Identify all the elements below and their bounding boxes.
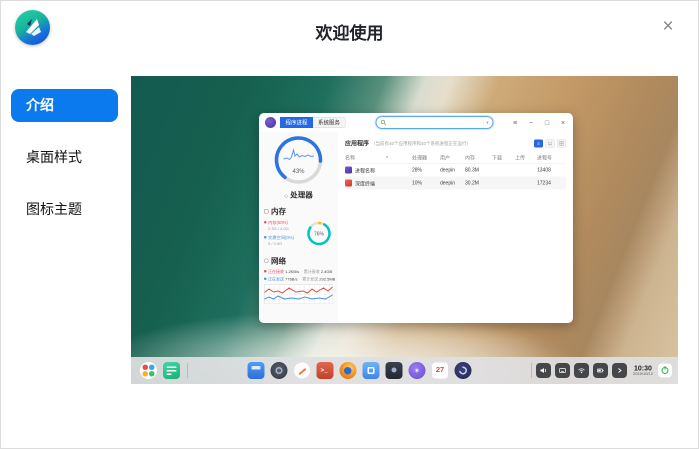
network-send-stat: 正在发送 776B/s 累计发送 292.5MB xyxy=(264,277,333,283)
view-grid-icon: 田 xyxy=(557,139,566,147)
network-section-header: 网络 xyxy=(264,256,333,267)
search-box: · ▾ xyxy=(376,116,494,129)
page-title: 欢迎使用 xyxy=(1,19,698,44)
memory-section-header: 内存 xyxy=(264,206,333,217)
sidebar-item-icon-theme[interactable]: 图标主题 xyxy=(11,193,118,226)
dock-app-green-icon xyxy=(163,362,180,379)
dock-divider xyxy=(187,363,188,378)
table-column-headers: 名称 ▾ 处理器 用户 内存 下载 上传 进程号 xyxy=(345,152,566,164)
dock-app-group: >_ ✶ 27 xyxy=(244,362,474,379)
minimize-icon: − xyxy=(527,119,535,127)
sidebar: 介绍 桌面样式 图标主题 xyxy=(1,89,131,245)
welcome-dialog: 欢迎使用 × 介绍 桌面样式 图标主题 程序进程 系统服务 · xyxy=(0,0,699,449)
volume-icon xyxy=(536,363,551,378)
process-icon xyxy=(345,180,352,187)
terminal-icon: >_ xyxy=(316,362,333,379)
screenshot-icon xyxy=(362,362,379,379)
cpu-label: ◇ 处理器 xyxy=(264,190,333,201)
app-store-icon xyxy=(247,362,264,379)
clock: 10:30 2019/10/12 xyxy=(633,364,653,376)
keyboard-icon xyxy=(555,363,570,378)
launcher-icon xyxy=(140,362,157,379)
search-dropdown-icon: ▾ xyxy=(486,120,488,126)
monitor-stats-panel: 43% ◇ 处理器 内存 内存(60% xyxy=(259,132,338,323)
applications-title: 应用程序 xyxy=(345,139,369,148)
tab-program-processes: 程序进程 xyxy=(280,117,313,128)
swap-usage-stat: 交换空间(0%) 0 / 3.9G xyxy=(264,235,305,247)
recv-dot xyxy=(264,270,267,273)
battery-icon xyxy=(593,363,608,378)
network-icon xyxy=(264,259,269,264)
system-monitor-window: 程序进程 系统服务 · ▾ ≡ − □ × xyxy=(259,113,573,323)
system-monitor-app-icon xyxy=(265,117,276,128)
tray-expand-icon xyxy=(612,363,627,378)
monitor-titlebar: 程序进程 系统服务 · ▾ ≡ − □ × xyxy=(259,113,573,132)
table-row: 深度终端 10% deepin 30.2M 17234 xyxy=(345,177,566,190)
dock-divider xyxy=(531,363,532,378)
maximize-icon: □ xyxy=(543,119,551,127)
movie-icon xyxy=(385,362,402,379)
network-recv-stat: 正在接收 1.2KB/s 累计接收 2.4GB xyxy=(264,269,333,275)
memory-stats: 内存(60%) 2.3G / 4.0G 交换空间(0%) 0 / 3.9G xyxy=(264,220,333,250)
firefox-icon xyxy=(339,362,356,379)
svg-text:43%: 43% xyxy=(292,169,305,175)
table-row: 进程名称 28% deepin 80.3M 13408 xyxy=(345,164,566,177)
swap-dot xyxy=(264,236,267,239)
sort-caret-icon: ▾ xyxy=(386,155,388,160)
process-table: 应用程序 （当前有40个应用程序和40个系统进程正在运行） ≡ 以 田 名称 ▾… xyxy=(338,132,573,323)
sidebar-item-desktop-style[interactable]: 桌面样式 xyxy=(11,141,118,174)
monitor-window-controls: ≡ − □ × xyxy=(511,119,567,127)
memory-icon xyxy=(264,209,269,214)
cpu-diamond-icon: ◇ xyxy=(284,194,288,200)
send-dot xyxy=(264,278,267,281)
shutdown-icon xyxy=(658,364,672,378)
view-user-icon: 以 xyxy=(546,139,555,147)
desktop-preview-image: 程序进程 系统服务 · ▾ ≡ − □ × xyxy=(131,76,678,384)
search-input xyxy=(387,120,481,126)
svg-text:76%: 76% xyxy=(314,232,325,238)
memory-ring-chart: 76% xyxy=(305,220,333,248)
network-line-chart xyxy=(264,284,333,304)
search-clear-dot: · xyxy=(480,120,482,125)
clock-date: 2019/10/12 xyxy=(633,372,653,376)
camera-icon xyxy=(270,362,287,379)
system-tray xyxy=(536,363,627,378)
applications-note: （当前有40个应用程序和40个系统进程正在运行） xyxy=(371,140,471,147)
memory-usage-stat: 内存(60%) 2.3G / 4.0G xyxy=(264,220,305,232)
search-divider xyxy=(484,120,485,126)
sidebar-item-introduction[interactable]: 介绍 xyxy=(11,89,118,122)
process-icon xyxy=(345,167,352,174)
window-close-icon: × xyxy=(559,119,567,127)
draw-icon xyxy=(293,362,310,379)
community-icon xyxy=(454,362,471,379)
tab-system-services: 系统服务 xyxy=(313,117,346,128)
dock: >_ ✶ 27 xyxy=(131,357,678,384)
view-list-icon: ≡ xyxy=(534,139,543,147)
store-icon: ✶ xyxy=(408,362,425,379)
table-section-header: 应用程序 （当前有40个应用程序和40个系统进程正在运行） ≡ 以 田 xyxy=(345,139,566,148)
calendar-icon: 27 xyxy=(431,362,448,379)
cpu-ring-chart: 43% xyxy=(271,134,326,186)
wifi-icon xyxy=(574,363,589,378)
memory-dot xyxy=(264,221,267,224)
close-icon[interactable]: × xyxy=(656,15,680,39)
view-toggle-group: ≡ 以 田 xyxy=(534,139,566,147)
menu-icon: ≡ xyxy=(511,119,519,127)
cpu-gauge: 43% ◇ 处理器 xyxy=(264,134,333,200)
